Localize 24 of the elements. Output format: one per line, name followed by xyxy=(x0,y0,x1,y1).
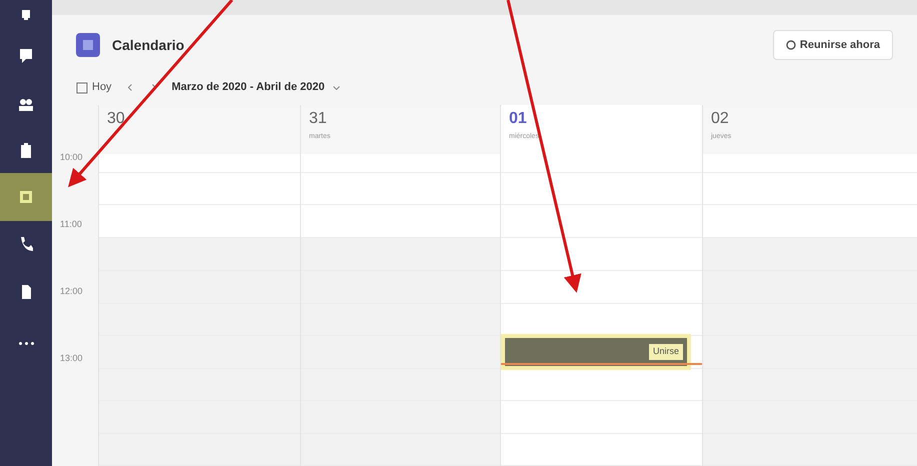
bell-icon xyxy=(22,10,30,20)
day-number: 02 xyxy=(711,111,730,127)
time-label: 11:00 xyxy=(60,219,82,229)
video-icon xyxy=(786,40,796,50)
time-label: 10:00 xyxy=(60,152,83,162)
more-icon xyxy=(18,342,34,344)
time-label: 12:00 xyxy=(60,286,83,296)
meet-now-button[interactable]: Reunirse ahora xyxy=(772,30,893,60)
chevron-down-icon xyxy=(332,86,340,90)
day-number: 30 xyxy=(107,111,126,127)
chat-icon xyxy=(17,47,35,65)
day-number: 01 xyxy=(509,111,528,127)
today-button[interactable]: Hoy xyxy=(92,79,112,96)
calendar-icon xyxy=(17,188,35,206)
time-label: 13:00 xyxy=(60,353,83,363)
date-range-picker[interactable]: Marzo de 2020 - Abril de 2020 xyxy=(172,79,340,96)
join-button[interactable]: Unirse xyxy=(648,344,683,360)
day-number: 31 xyxy=(309,111,328,127)
chevron-left-icon xyxy=(128,84,132,91)
meeting-event[interactable]: Unirse xyxy=(501,334,691,370)
calendar-app-icon xyxy=(76,33,100,57)
calendar-icon xyxy=(76,82,88,94)
page-title: Calendario xyxy=(112,36,184,54)
team-icon xyxy=(17,96,35,114)
